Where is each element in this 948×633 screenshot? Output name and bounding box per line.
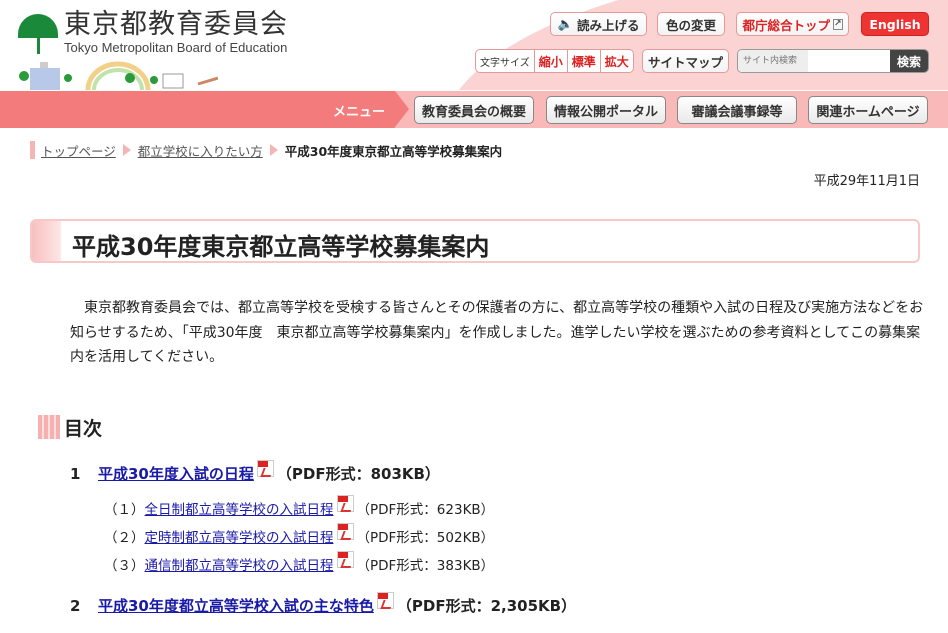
pdf-icon xyxy=(336,522,354,540)
toc-heading: 目次 xyxy=(38,414,102,440)
toc-item: 1 平成30年度入試の日程 （PDF形式：803KB） xyxy=(70,460,440,484)
page-title: 平成30年度東京都立高等学校募集案内 xyxy=(72,233,490,261)
search-button[interactable]: 検索 xyxy=(890,50,928,72)
external-link-icon: ↗ xyxy=(832,18,843,30)
pdf-info: （PDF形式：383KB） xyxy=(356,558,495,574)
item-number: （３） xyxy=(104,558,145,574)
breadcrumb-current: 平成30年度東京都立高等学校募集案内 xyxy=(284,143,503,159)
speaker-icon: 🔈 xyxy=(557,16,574,31)
toc-link[interactable]: 全日制都立高等学校の入試日程 xyxy=(145,498,334,518)
breadcrumb-arrow-icon xyxy=(269,144,278,156)
item-number: （１） xyxy=(104,502,145,518)
toc-subitem: （３） 通信制都立高等学校の入試日程 （PDF形式：383KB） xyxy=(104,550,495,574)
nav-item-minutes[interactable]: 審議会議事録等 xyxy=(677,96,797,124)
nav-item-info-portal[interactable]: 情報公開ポータル xyxy=(546,96,666,124)
toc-link[interactable]: 通信制都立高等学校の入試日程 xyxy=(145,554,334,574)
breadcrumb: トップページ 都立学校に入りたい方 平成30年度東京都立高等学校募集案内 xyxy=(30,141,502,159)
metro-top-link[interactable]: 都庁総合トップ ↗ xyxy=(736,12,849,36)
font-large-button[interactable]: 拡大 xyxy=(599,50,633,72)
nav-item-related[interactable]: 関連ホームページ xyxy=(808,96,928,124)
heading-bars-icon xyxy=(38,415,60,439)
pdf-icon xyxy=(336,550,354,568)
site-logo[interactable]: 東京都教育委員会 Tokyo Metropolitan Board of Edu… xyxy=(18,9,288,55)
breadcrumb-top[interactable]: トップページ xyxy=(41,141,116,160)
pdf-info: （PDF形式：803KB） xyxy=(276,465,440,483)
logo-text-en: Tokyo Metropolitan Board of Education xyxy=(64,40,288,55)
nav-item-overview[interactable]: 教育委員会の概要 xyxy=(414,96,534,124)
menu-label: メニュー xyxy=(0,91,409,128)
site-search: 検索 xyxy=(737,49,929,73)
menu-text: メニュー xyxy=(332,105,385,120)
toc-heading-text: 目次 xyxy=(64,417,103,440)
pdf-info: （PDF形式：623KB） xyxy=(356,502,495,518)
site-header: 東京都教育委員会 Tokyo Metropolitan Board of Edu… xyxy=(0,0,948,90)
ginkgo-leaf-icon xyxy=(18,14,58,54)
pdf-icon xyxy=(256,460,274,477)
toc-link[interactable]: 定時制都立高等学校の入試日程 xyxy=(145,526,334,546)
logo-text-jp: 東京都教育委員会 xyxy=(64,9,288,40)
pdf-icon xyxy=(336,494,354,512)
metro-top-label: 都庁総合トップ xyxy=(742,17,830,33)
intro-paragraph: 東京都教育委員会では、都立高等学校を受検する皆さんとその保護者の方に、都立高等学… xyxy=(70,300,924,365)
item-number: 2 xyxy=(70,596,81,615)
pdf-info: （PDF形式：2,305KB） xyxy=(396,597,577,615)
publish-date: 平成29年11月1日 xyxy=(813,174,920,189)
font-small-button[interactable]: 縮小 xyxy=(533,50,567,72)
sitemap-button[interactable]: サイトマップ xyxy=(642,49,729,73)
toc-subitem: （１） 全日制都立高等学校の入試日程 （PDF形式：623KB） xyxy=(104,494,495,518)
color-change-button[interactable]: 色の変更 xyxy=(657,12,725,36)
toc-item: 2 平成30年度都立高等学校入試の主な特色 （PDF形式：2,305KB） xyxy=(70,592,577,616)
font-size-control: 文字サイズ 縮小 標準 拡大 xyxy=(475,49,634,73)
toc-link[interactable]: 平成30年度都立高等学校入試の主な特色 xyxy=(98,595,374,616)
read-aloud-label: 読み上げる xyxy=(577,17,640,33)
breadcrumb-school[interactable]: 都立学校に入りたい方 xyxy=(138,141,263,160)
pdf-info: （PDF形式：502KB） xyxy=(356,530,495,546)
search-input[interactable] xyxy=(738,50,808,72)
read-aloud-button[interactable]: 🔈 読み上げる xyxy=(550,12,647,36)
item-number: （２） xyxy=(104,530,145,546)
school-illustration-icon xyxy=(19,61,218,90)
english-button[interactable]: English xyxy=(861,12,929,36)
toc-link[interactable]: 平成30年度入試の日程 xyxy=(98,463,254,484)
font-normal-button[interactable]: 標準 xyxy=(566,50,600,72)
font-size-label: 文字サイズ xyxy=(480,57,530,69)
breadcrumb-arrow-icon xyxy=(122,144,131,156)
page-title-box: 平成30年度東京都立高等学校募集案内 xyxy=(30,219,920,263)
toc-subitem: （２） 定時制都立高等学校の入試日程 （PDF形式：502KB） xyxy=(104,522,495,546)
global-nav: メニュー 教育委員会の概要 情報公開ポータル 審議会議事録等 関連ホームページ xyxy=(0,91,948,128)
pdf-icon xyxy=(376,592,394,609)
item-number: 1 xyxy=(70,464,81,483)
